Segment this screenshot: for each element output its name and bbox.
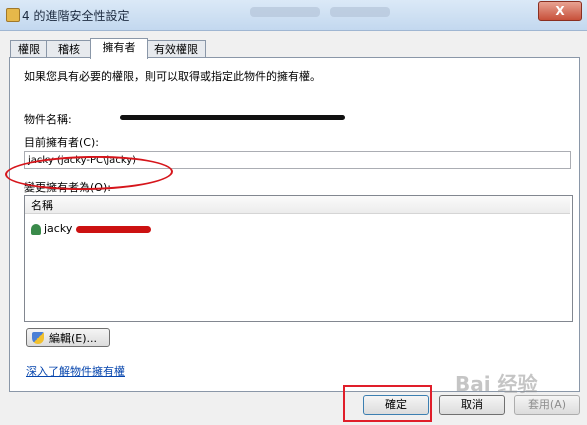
redacted-account [76,225,152,233]
tab-owner[interactable]: 擁有者 [90,38,148,59]
tab-auditing[interactable]: 稽核 [46,40,92,58]
object-name-label: 物件名稱: [24,113,72,126]
title-bar: 4 的進階安全性設定 X [0,0,587,31]
owner-panel: 如果您具有必要的權限，則可以取得或指定此物件的擁有權。 物件名稱: 目前擁有者(… [9,57,580,392]
highlight-box [343,385,432,422]
window-title: 4 的進階安全性設定 [22,9,130,23]
list-item[interactable]: jacky [31,221,152,237]
user-icon [31,223,41,235]
edit-button[interactable]: 編輯(E)... [26,328,110,347]
intro-text: 如果您具有必要的權限，則可以取得或指定此物件的擁有權。 [24,70,321,83]
owner-list[interactable]: 名稱 jacky [24,195,573,322]
close-button[interactable]: X [538,1,582,21]
learn-ownership-link[interactable]: 深入了解物件擁有權 [26,363,125,379]
apply-button[interactable]: 套用(A) [514,395,580,415]
redacted-object-name [120,115,345,120]
tab-effective-permissions[interactable]: 有效權限 [146,40,206,58]
edit-button-label: 編輯(E)... [49,332,98,345]
folder-icon [6,8,20,22]
current-owner-label: 目前擁有者(C): [24,136,99,149]
blurred-title-area [250,7,320,17]
shield-icon [32,332,44,344]
list-header-name[interactable]: 名稱 [25,196,570,214]
tab-permissions[interactable]: 權限 [10,40,48,58]
watermark: Bai 经验 [455,372,538,396]
blurred-title-area [330,7,390,17]
cancel-button[interactable]: 取消 [439,395,505,415]
list-item-name: jacky [44,222,73,235]
